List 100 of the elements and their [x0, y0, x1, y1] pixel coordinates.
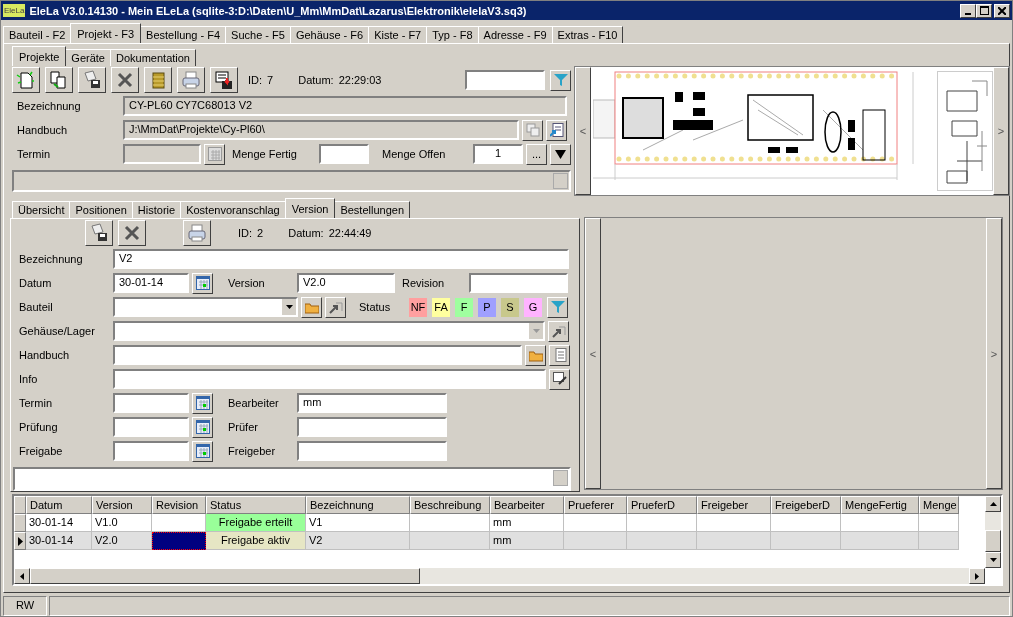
version-tab[interactable]: Übersicht [12, 201, 71, 218]
date-field[interactable] [113, 393, 189, 413]
calendar-button[interactable] [192, 272, 213, 294]
name-field[interactable] [297, 417, 447, 437]
status-filter-button[interactable]: NF [408, 296, 428, 318]
date-field[interactable] [123, 144, 201, 164]
version-tab[interactable]: Positionen [69, 201, 133, 218]
calendar-button[interactable] [192, 440, 213, 462]
copy-button[interactable] [45, 67, 73, 93]
calendar-button[interactable] [192, 392, 213, 414]
column-header[interactable]: Beschreibung [410, 496, 490, 514]
date-field[interactable] [113, 441, 189, 461]
jump-button[interactable] [325, 296, 346, 318]
close-button[interactable] [994, 3, 1010, 18]
main-tab[interactable]: Bauteil - F2 [3, 26, 72, 43]
status-filter-button[interactable]: G [523, 296, 543, 318]
version-tab[interactable]: Bestellungen [334, 201, 410, 218]
save-button[interactable] [85, 220, 113, 246]
main-tab[interactable]: Projekt - F3 [70, 23, 142, 43]
main-tab[interactable]: Adresse - F9 [477, 26, 553, 43]
name-field[interactable] [297, 441, 447, 461]
minimize-button[interactable] [960, 3, 976, 18]
open-folder-button[interactable] [301, 296, 322, 318]
column-header[interactable]: Menge [919, 496, 959, 514]
main-tab[interactable]: Gehäuse - F6 [289, 26, 370, 43]
name-field[interactable]: mm [297, 393, 447, 413]
version-field[interactable]: V2.0 [297, 273, 395, 293]
version-tab[interactable]: Historie [131, 201, 182, 218]
edit-button[interactable] [549, 368, 570, 390]
date-field[interactable]: 30-01-14 [113, 273, 189, 293]
version-tab[interactable]: Kostenvoranschlag [180, 201, 286, 218]
more-button[interactable]: ... [526, 143, 547, 165]
delete-button[interactable] [111, 67, 139, 93]
column-header[interactable]: Bezeichnung [306, 496, 410, 514]
info-field[interactable] [113, 369, 546, 389]
designation-field[interactable]: CY-PL60 CY7C68013 V2 [123, 96, 567, 116]
component-dropdown[interactable] [113, 297, 298, 317]
filter-button[interactable] [550, 69, 571, 91]
new-button[interactable] [12, 67, 40, 93]
column-header[interactable]: Prueferer [564, 496, 627, 514]
print-button[interactable] [183, 220, 211, 246]
vertical-scrollbar[interactable] [985, 496, 1001, 568]
open-manual-button[interactable] [549, 344, 570, 366]
save-icon [88, 222, 110, 244]
column-header[interactable]: Version [92, 496, 152, 514]
calendar-icon [207, 147, 222, 161]
status-filter-button[interactable]: F [454, 296, 474, 318]
dropdown-button[interactable] [550, 143, 571, 165]
manual-path-field[interactable]: J:\MmDat\Projekte\Cy-Pl60\ [123, 120, 519, 140]
quantity-open-field[interactable]: 1 [473, 144, 523, 164]
quantity-done-field[interactable] [319, 144, 369, 164]
row-indicator[interactable] [14, 532, 26, 550]
date-value: 22:44:49 [328, 227, 372, 239]
status-filter-button[interactable]: S [500, 296, 520, 318]
jump-button[interactable] [548, 320, 569, 342]
project-tab[interactable]: Projekte [12, 46, 67, 66]
column-header[interactable]: Status [206, 496, 306, 514]
housing-dropdown[interactable] [113, 321, 545, 341]
column-header[interactable]: Freigeber [697, 496, 771, 514]
column-header[interactable]: PrueferD [627, 496, 697, 514]
export-button[interactable] [210, 67, 238, 93]
status-filter-button[interactable]: FA [431, 296, 451, 318]
memo-field[interactable] [12, 170, 571, 192]
table-cell [771, 532, 841, 550]
column-header[interactable]: MengeFertig [841, 496, 919, 514]
date-field[interactable] [113, 417, 189, 437]
search-field[interactable] [465, 70, 545, 90]
main-tab[interactable]: Suche - F5 [225, 26, 291, 43]
status-filter-button[interactable]: P [477, 296, 497, 318]
next-button[interactable]: > [986, 218, 1002, 489]
calendar-button[interactable] [204, 143, 225, 165]
column-header[interactable]: FreigeberD [771, 496, 841, 514]
column-header[interactable]: Datum [26, 496, 92, 514]
copy-path-button[interactable] [522, 119, 543, 141]
version-tab[interactable]: Version [284, 198, 336, 218]
coins-button[interactable] [144, 67, 172, 93]
memo-field[interactable] [13, 467, 571, 491]
open-manual-button[interactable] [546, 119, 567, 141]
column-header[interactable]: Revision [152, 496, 206, 514]
field-label: Bauteil [18, 301, 54, 313]
maximize-button[interactable] [976, 3, 992, 18]
main-tab[interactable]: Extras - F10 [551, 26, 624, 43]
open-folder-button[interactable] [525, 344, 546, 366]
main-tab[interactable]: Typ - F8 [426, 26, 479, 43]
manual-field[interactable] [113, 345, 522, 365]
previous-button[interactable]: < [585, 218, 601, 489]
project-tab[interactable]: Dokumentation [110, 49, 196, 66]
previous-button[interactable]: < [575, 67, 591, 195]
next-button[interactable]: > [993, 67, 1009, 195]
main-tab[interactable]: Kiste - F7 [368, 26, 428, 43]
horizontal-scrollbar[interactable] [14, 568, 985, 584]
print-button[interactable] [177, 67, 205, 93]
designation-field[interactable]: V2 [113, 249, 569, 269]
save-button[interactable] [78, 67, 106, 93]
delete-button[interactable] [118, 220, 146, 246]
filter-button[interactable] [547, 296, 568, 318]
column-header[interactable]: Bearbeiter [490, 496, 564, 514]
calendar-button[interactable] [192, 416, 213, 438]
revision-field[interactable] [469, 273, 568, 293]
main-tab[interactable]: Bestellung - F4 [140, 26, 227, 43]
